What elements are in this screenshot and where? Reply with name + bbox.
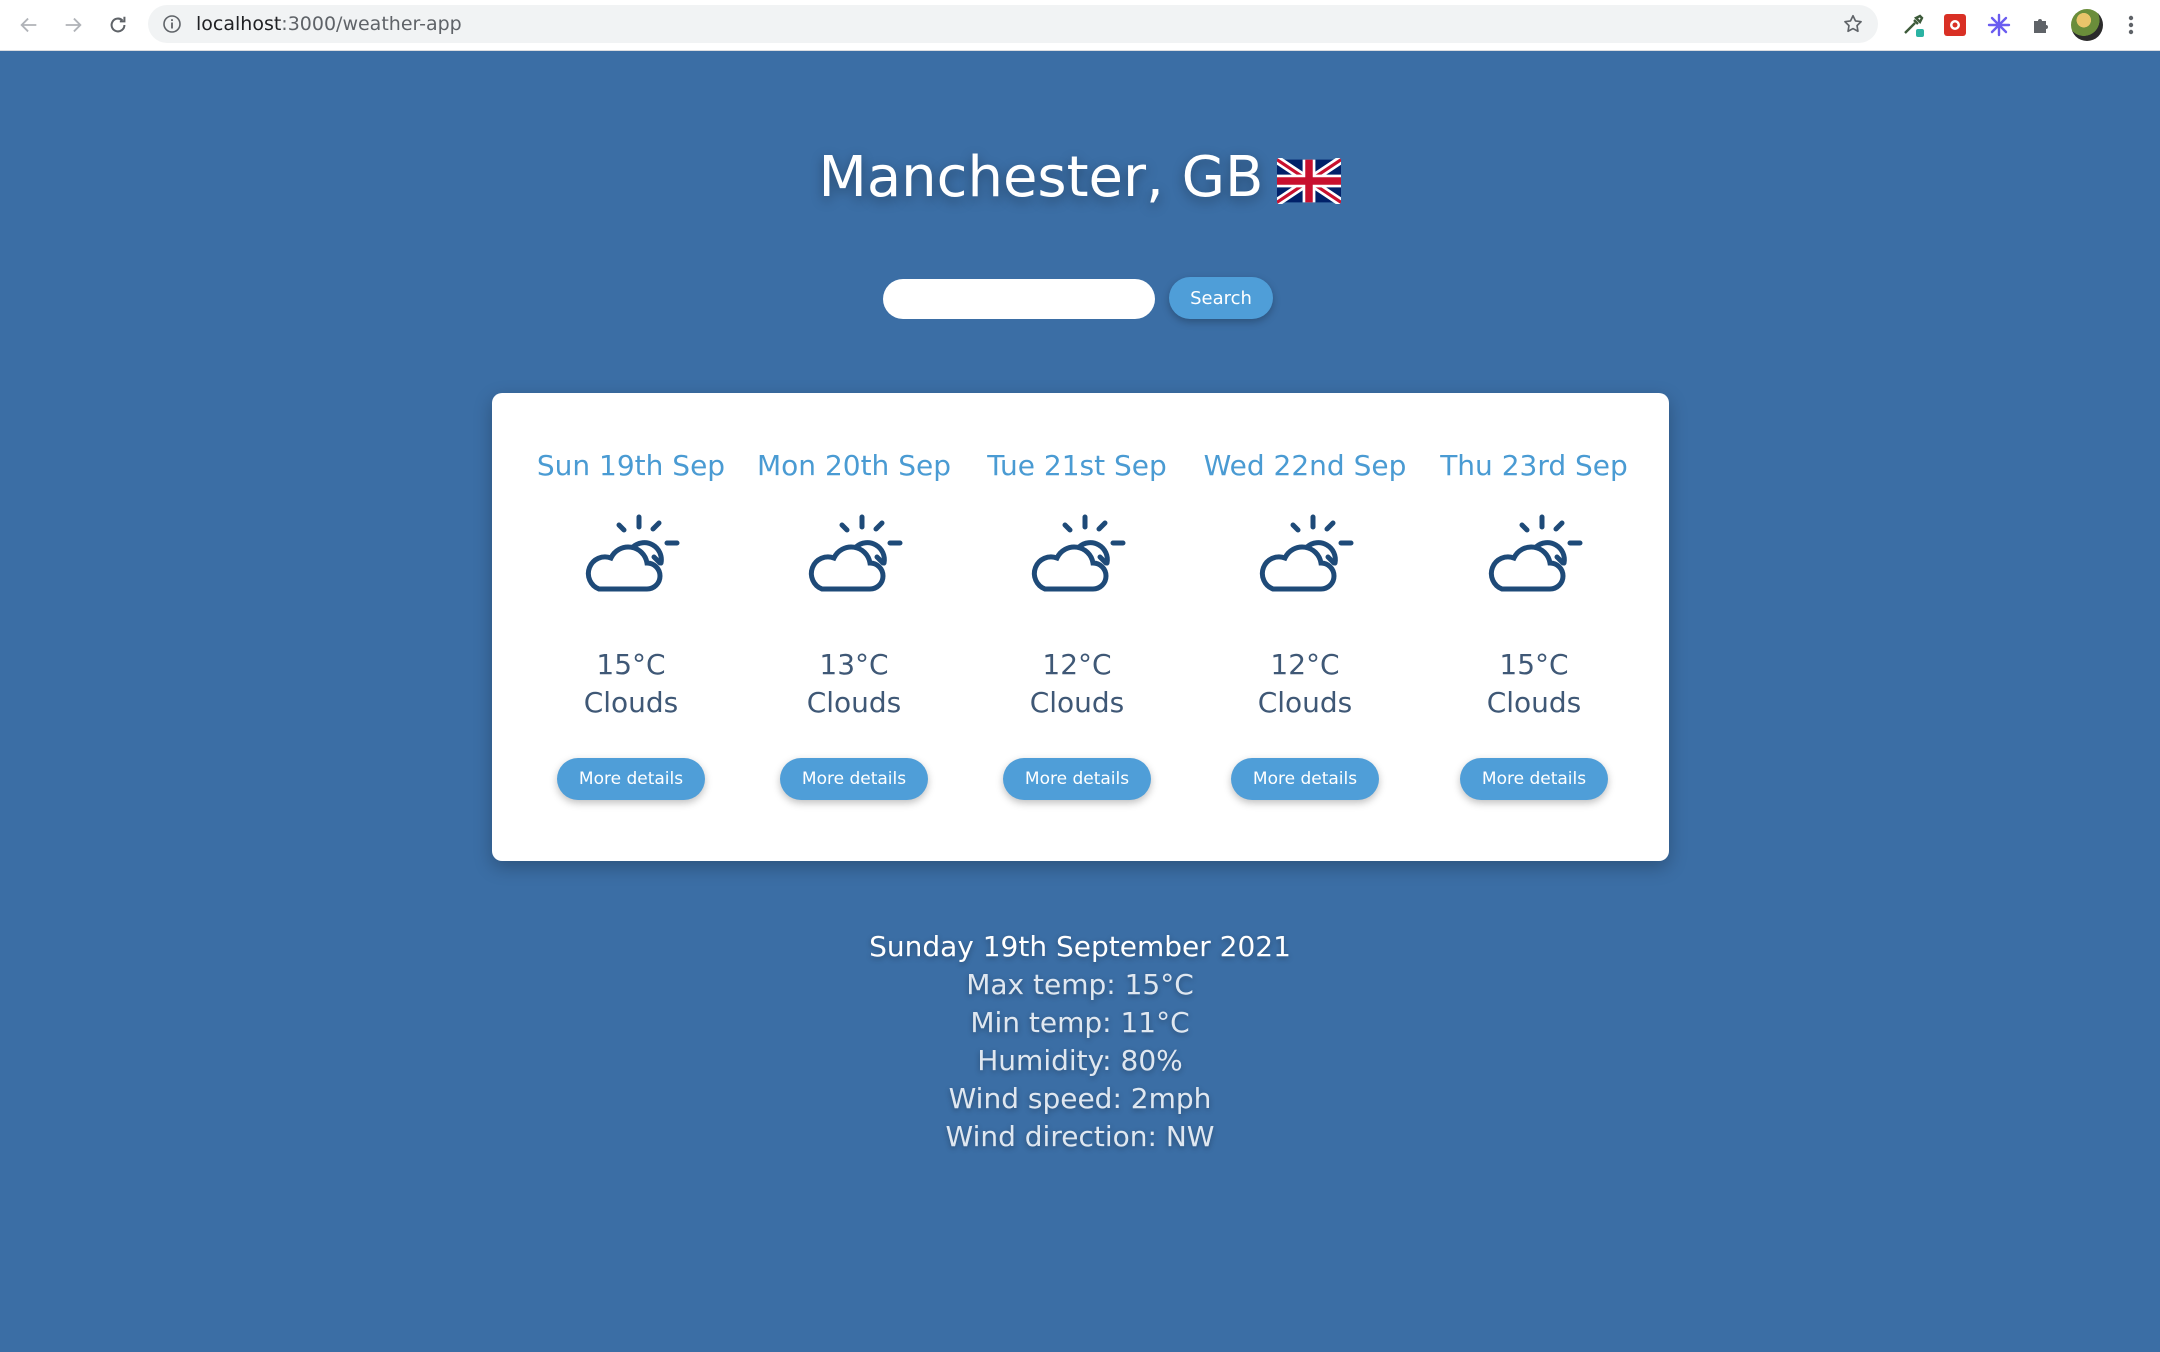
forecast-desc: Clouds: [1257, 686, 1353, 719]
puzzle-icon: [2034, 19, 2048, 33]
forecast-desc: Clouds: [1029, 686, 1125, 719]
forecast-day: Thu 23rd Sep 15°C Clouds More details: [1424, 393, 1644, 861]
forecast-desc: Clouds: [806, 686, 902, 719]
reload-button[interactable]: [101, 8, 135, 42]
partly-cloudy-icon: [808, 514, 903, 592]
search-button[interactable]: Search: [1169, 277, 1273, 319]
more-details-button[interactable]: More details: [780, 758, 928, 800]
forecast-date: Thu 23rd Sep: [1440, 449, 1628, 482]
forecast-desc: Clouds: [583, 686, 679, 719]
extension-purple[interactable]: [1982, 8, 2016, 42]
forecast-day: Tue 21st Sep 12°C Clouds More details: [967, 393, 1187, 861]
more-details-button[interactable]: More details: [1460, 758, 1608, 800]
more-vert-icon: [2128, 15, 2134, 35]
city-title: Manchester, GB: [0, 145, 2160, 210]
profile-avatar[interactable]: [2071, 9, 2103, 41]
info-icon[interactable]: [162, 14, 182, 34]
forecast-desc: Clouds: [1486, 686, 1582, 719]
bookmark-star-icon[interactable]: [1842, 13, 1864, 35]
forecast-day: Mon 20th Sep 13°C Clouds More details: [744, 393, 964, 861]
partly-cloudy-icon: [1031, 514, 1126, 592]
extension-red[interactable]: [1938, 8, 1972, 42]
url-host: localhost: [196, 13, 282, 35]
address-bar[interactable]: localhost:3000/weather-app: [148, 5, 1878, 43]
url-path: :3000/weather-app: [281, 13, 462, 35]
reload-icon: [110, 16, 126, 33]
browser-toolbar: localhost:3000/weather-app: [0, 0, 2160, 51]
forecast-date: Tue 21st Sep: [987, 449, 1167, 482]
detail-wind-direction: Wind direction: NW: [945, 1120, 1215, 1153]
arrow-right-icon: [65, 17, 82, 33]
more-details-button[interactable]: More details: [1231, 758, 1379, 800]
forecast-temp: 15°C: [1499, 648, 1569, 681]
forecast-day: Sun 19th Sep 15°C Clouds More details: [521, 393, 741, 861]
uk-flag-icon: [1277, 157, 1342, 204]
back-button[interactable]: [12, 8, 46, 42]
city-name: Manchester, GB: [818, 145, 1264, 210]
partly-cloudy-icon: [1259, 514, 1354, 592]
forecast-date: Mon 20th Sep: [757, 449, 951, 482]
search-input[interactable]: [883, 279, 1155, 319]
extensions-button[interactable]: [2025, 8, 2059, 42]
more-details-button[interactable]: More details: [557, 758, 705, 800]
extension-red-icon: [1944, 14, 1966, 36]
forecast-temp: 13°C: [819, 648, 889, 681]
eyedropper-icon: [1904, 14, 1924, 37]
extension-eyedropper[interactable]: [1896, 8, 1930, 42]
browser-menu-button[interactable]: [2114, 8, 2148, 42]
detail-max-temp: Max temp: 15°C: [966, 968, 1194, 1001]
day-details: Sunday 19th September 2021 Max temp: 15°…: [0, 928, 2160, 1156]
more-details-button[interactable]: More details: [1003, 758, 1151, 800]
forecast-day: Wed 22nd Sep 12°C Clouds More details: [1195, 393, 1415, 861]
detail-humidity: Humidity: 80%: [977, 1044, 1183, 1077]
arrow-left-icon: [20, 17, 37, 33]
forecast-temp: 15°C: [596, 648, 666, 681]
forward-button[interactable]: [56, 8, 90, 42]
forecast-temp: 12°C: [1270, 648, 1340, 681]
forecast-card: Sun 19th Sep 15°C Clouds More details Mo…: [492, 393, 1669, 861]
forecast-temp: 12°C: [1042, 648, 1112, 681]
url-text: localhost:3000/weather-app: [196, 5, 462, 43]
detail-min-temp: Min temp: 11°C: [970, 1006, 1190, 1039]
detail-wind-speed: Wind speed: 2mph: [948, 1082, 1212, 1115]
partly-cloudy-icon: [585, 514, 680, 592]
partly-cloudy-icon: [1488, 514, 1583, 592]
sparkle-icon: [1987, 13, 2011, 37]
forecast-date: Sun 19th Sep: [536, 449, 726, 482]
forecast-date: Wed 22nd Sep: [1203, 449, 1407, 482]
detail-date: Sunday 19th September 2021: [869, 930, 1291, 963]
